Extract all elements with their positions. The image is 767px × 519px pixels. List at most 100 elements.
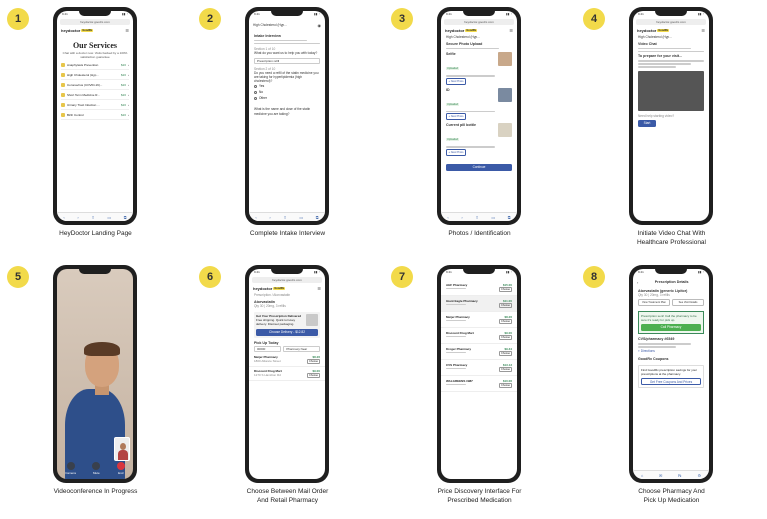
service-header: High Cholesterol (Hyp... ◉ xyxy=(249,21,325,30)
get-coupons-button[interactable]: Get Free Coupons And Prices xyxy=(641,377,701,385)
pill-bottle-photo xyxy=(498,123,512,138)
home-icon[interactable]: ⌂ xyxy=(641,473,643,478)
view-treatment-plan-button[interactable]: View Treatment Plan xyxy=(638,299,670,307)
self-view[interactable] xyxy=(114,437,130,461)
tabs-icon[interactable]: ⧉ xyxy=(508,215,511,220)
service-item[interactable]: Short Term Medicine R... $20 › xyxy=(61,90,129,100)
service-icon xyxy=(61,82,65,87)
heydoctor-logo[interactable]: heydoctor GoodRx xyxy=(253,286,286,291)
service-item[interactable]: High Cholesterol (Hyp... $20 › xyxy=(61,70,129,80)
url-bar[interactable]: heydoctor.goodrx.com xyxy=(636,19,706,25)
phone-notch xyxy=(655,269,687,274)
call-pharmacy-button[interactable]: Call Pharmacy xyxy=(641,324,701,332)
choose-button: Choose xyxy=(499,319,512,324)
menu-icon[interactable]: ☰ xyxy=(509,28,513,33)
chevron-right-icon: › xyxy=(128,72,129,77)
new-photo-button[interactable]: + New Photo xyxy=(446,113,466,121)
back-icon[interactable]: ‹ xyxy=(447,215,448,220)
menu-icon[interactable]: ☰ xyxy=(317,286,321,291)
heydoctor-logo[interactable]: heydoctor GoodRx xyxy=(61,28,94,33)
directions-link[interactable]: ⌖ Directions xyxy=(633,349,709,353)
section-title: Intake Interview xyxy=(254,34,281,38)
pharmacy-row[interactable]: Discount Drug Mart $9.00 Choose xyxy=(441,328,517,344)
phone-screen: 9:41 ▮▮ ◔ ‹ Prescription Details Atorvast… xyxy=(633,269,709,479)
url-bar[interactable]: heydoctor.goodrx.com xyxy=(444,19,514,25)
choose-button: Choose xyxy=(499,351,512,356)
messages-icon[interactable]: ✉ xyxy=(659,473,662,478)
new-photo-button[interactable]: + New Photo xyxy=(446,148,466,156)
menu-icon[interactable]: ☰ xyxy=(125,28,129,33)
pharmacy-row[interactable]: Meijer Pharmacy $8.26 Choose xyxy=(441,312,517,328)
service-item[interactable]: Anaphylaxis Prevention $20 › xyxy=(61,60,129,70)
bookmarks-icon[interactable]: ▭ xyxy=(299,215,303,220)
id-card-photo xyxy=(498,87,512,102)
see-visit-details-button[interactable]: See Visit Details xyxy=(672,299,704,307)
phone-screen: 9:41 ▮▮ ◔ High Cholesterol (Hyp... ◉ Inta… xyxy=(249,11,325,221)
avatar[interactable]: ◉ xyxy=(318,23,322,28)
prescriptions-icon[interactable]: ℞ xyxy=(678,473,682,478)
service-icon xyxy=(61,72,65,77)
help-text[interactable]: Need help starting video? xyxy=(633,114,709,118)
forward-icon[interactable]: › xyxy=(269,215,270,220)
end-call-button[interactable]: End xyxy=(116,462,125,475)
breadcrumb[interactable]: Prescription / Atorvastatin xyxy=(249,293,325,297)
phone-frame: 9:41 ▮▮ ◔ ‹ Prescription Details Atorvast… xyxy=(629,265,713,483)
panel-1: 1 9:41 ▮▮ ◔ heydoctor.goodrx.com heydocto… xyxy=(0,0,191,258)
forward-icon[interactable]: › xyxy=(461,215,462,220)
share-icon[interactable]: ⇪ xyxy=(475,215,478,220)
service-item[interactable]: Coronavirus (COVID-19)... $20 › xyxy=(61,80,129,90)
site-header: heydoctor GoodRx ☰ xyxy=(57,26,133,35)
tabs-icon[interactable]: ⧉ xyxy=(124,215,127,220)
menu-icon[interactable]: ☰ xyxy=(701,28,705,33)
pharmacy-near-select[interactable]: Pharmacy Near xyxy=(283,345,320,352)
coupon-card: Find GoodRx prescription savings for you… xyxy=(638,364,704,388)
continue-button[interactable]: Continue xyxy=(446,163,512,171)
radio-option[interactable]: Other xyxy=(249,95,325,101)
zip-input[interactable]: 00000 xyxy=(254,345,282,352)
pharmacy-row[interactable]: Discount Drug Mart 1270 S Hamilton Rd $9.… xyxy=(249,367,325,381)
bookmarks-icon[interactable]: ▭ xyxy=(107,215,111,220)
heydoctor-logo[interactable]: heydoctor GoodRx xyxy=(445,28,478,33)
start-button[interactable]: Start xyxy=(638,119,656,127)
back-icon[interactable]: ‹ xyxy=(255,215,256,220)
drug-details: Qty 30 | 20mg, 3 refills xyxy=(254,304,286,309)
phone-notch xyxy=(463,269,495,274)
url-bar[interactable]: heydoctor.goodrx.com xyxy=(252,277,322,283)
step-badge: 4 xyxy=(583,8,605,30)
chevron-right-icon: › xyxy=(128,82,129,87)
service-item[interactable]: Urinary Tract Infection ... $20 › xyxy=(61,100,129,110)
phone-frame: 9:41 ▮▮ ◔ heydoctor.goodrx.com heydoctor G… xyxy=(629,7,713,225)
phone-frame: 9:41 ▮▮ ◔ heydoctor.goodrx.com heydoctor G… xyxy=(53,7,137,225)
text-line xyxy=(254,42,320,45)
pharmacy-row[interactable]: CVS Pharmacy $13.13 Choose xyxy=(441,360,517,376)
new-photo-button[interactable]: + New Photo xyxy=(446,77,466,85)
section-title: Video Chat xyxy=(638,42,657,47)
url-bar[interactable]: heydoctor.goodrx.com xyxy=(60,19,130,25)
pharmacy-row[interactable]: Giant Eagle Pharmacy $11.00 Choose xyxy=(441,296,517,312)
answer-field[interactable]: Prescription refill xyxy=(254,57,320,64)
choose-button: Choose xyxy=(499,335,512,340)
choose-button: Choose xyxy=(499,303,512,308)
pharmacy-row[interactable]: Kroger Pharmacy $9.34 Choose xyxy=(441,344,517,360)
tabs-icon[interactable]: ⧉ xyxy=(316,215,319,220)
pharmacy-row[interactable]: WALGREENS #987 $10.06 Choose xyxy=(441,376,517,392)
status-badge: Uploaded xyxy=(446,102,460,106)
camera-button[interactable]: Camera xyxy=(65,462,76,475)
location-pin-icon: ⌖ xyxy=(638,349,640,354)
share-icon[interactable]: ⇪ xyxy=(91,215,94,220)
pharmacy-row[interactable]: AHF Pharmacy $15.00 Choose xyxy=(441,280,517,296)
forward-icon[interactable]: › xyxy=(77,215,78,220)
text-line xyxy=(638,48,692,50)
phone-notch xyxy=(655,11,687,16)
selfie-photo xyxy=(498,51,512,66)
settings-icon[interactable]: ⚙ xyxy=(698,473,702,478)
share-icon[interactable]: ⇪ xyxy=(283,215,286,220)
back-icon[interactable]: ‹ xyxy=(63,215,64,220)
choose-delivery-button[interactable]: Choose Delivery - $12.82 xyxy=(256,328,318,336)
back-arrow-icon[interactable]: ‹ xyxy=(637,280,638,285)
service-item[interactable]: Birth Control $20 › xyxy=(61,110,129,120)
bookmarks-icon[interactable]: ▭ xyxy=(491,215,495,220)
heydoctor-logo[interactable]: heydoctor GoodRx xyxy=(637,28,670,33)
mute-button[interactable]: Mute xyxy=(92,462,101,475)
pharmacy-row[interactable]: Meijer Pharmacy 1800 Alliance Street $8.2… xyxy=(249,353,325,367)
